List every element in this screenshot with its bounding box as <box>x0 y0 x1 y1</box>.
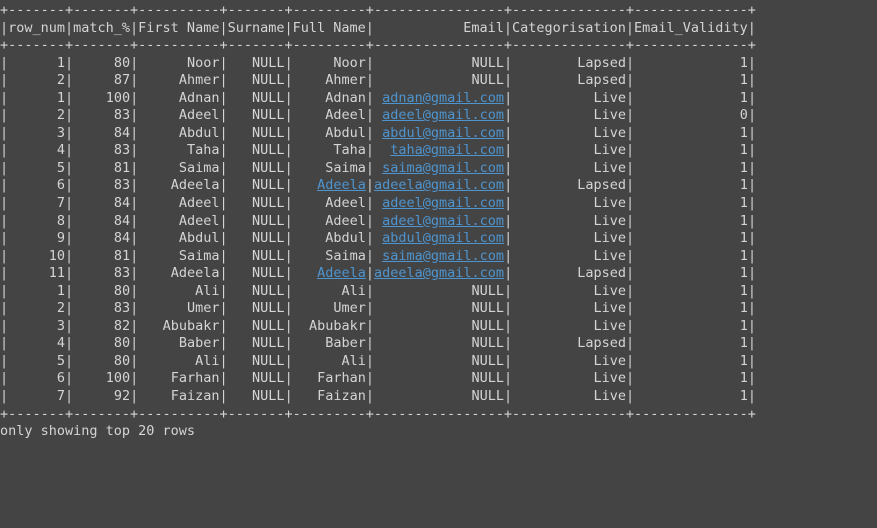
table-row: | 4| 83| Taha| NULL| Taha| taha@gmail.co… <box>0 142 877 160</box>
table-row: | 2| 83| Umer| NULL| Umer| NULL| Live| 1… <box>0 300 877 318</box>
email-link[interactable]: saima@gmail.com <box>382 248 504 264</box>
email-link[interactable]: abdul@gmail.com <box>382 230 504 246</box>
email-link[interactable]: abdul@gmail.com <box>382 125 504 141</box>
email-link[interactable]: adeela@gmail.com <box>374 177 504 193</box>
table-row: | 8| 84| Adeel| NULL| Adeel| adeel@gmail… <box>0 213 877 231</box>
email-link[interactable]: adeel@gmail.com <box>382 107 504 123</box>
table-row: | 2| 83| Adeel| NULL| Adeel| adeel@gmail… <box>0 107 877 125</box>
separator-row: +-------+-------+----------+-------+----… <box>0 2 877 20</box>
table-row: | 1| 100| Adnan| NULL| Adnan| adnan@gmai… <box>0 90 877 108</box>
table-row: | 6| 100| Farhan| NULL| Farhan| NULL| Li… <box>0 370 877 388</box>
separator-row: +-------+-------+----------+-------+----… <box>0 37 877 55</box>
table-row: | 10| 81| Saima| NULL| Saima| saima@gmai… <box>0 248 877 266</box>
footer-text: only showing top 20 rows <box>0 423 877 441</box>
separator-row: +-------+-------+----------+-------+----… <box>0 406 877 424</box>
email-link[interactable]: taha@gmail.com <box>390 142 504 158</box>
email-link[interactable]: adeela@gmail.com <box>374 265 504 281</box>
fullname-link[interactable]: Adeela <box>317 177 366 193</box>
fullname-link[interactable]: Adeela <box>317 265 366 281</box>
email-link[interactable]: adeel@gmail.com <box>382 213 504 229</box>
table-row: | 2| 87| Ahmer| NULL| Ahmer| NULL| Lapse… <box>0 72 877 90</box>
table-row: | 7| 84| Adeel| NULL| Adeel| adeel@gmail… <box>0 195 877 213</box>
table-row: | 6| 83| Adeela| NULL| Adeela|adeela@gma… <box>0 177 877 195</box>
table-row: | 3| 84| Abdul| NULL| Abdul| abdul@gmail… <box>0 125 877 143</box>
table-row: | 5| 81| Saima| NULL| Saima| saima@gmail… <box>0 160 877 178</box>
table-row: | 9| 84| Abdul| NULL| Abdul| abdul@gmail… <box>0 230 877 248</box>
table-row: | 4| 80| Baber| NULL| Baber| NULL| Lapse… <box>0 335 877 353</box>
table-row: | 3| 82| Abubakr| NULL| Abubakr| NULL| L… <box>0 318 877 336</box>
table-row: | 1| 80| Ali| NULL| Ali| NULL| Live| 1| <box>0 283 877 301</box>
table-row: | 1| 80| Noor| NULL| Noor| NULL| Lapsed|… <box>0 55 877 73</box>
email-link[interactable]: adnan@gmail.com <box>382 90 504 106</box>
table-row: | 5| 80| Ali| NULL| Ali| NULL| Live| 1| <box>0 353 877 371</box>
header-row: |row_num|match_%|First Name|Surname|Full… <box>0 20 877 38</box>
email-link[interactable]: saima@gmail.com <box>382 160 504 176</box>
table-row: | 11| 83| Adeela| NULL| Adeela|adeela@gm… <box>0 265 877 283</box>
email-link[interactable]: adeel@gmail.com <box>382 195 504 211</box>
table-row: | 7| 92| Faizan| NULL| Faizan| NULL| Liv… <box>0 388 877 406</box>
console-output: +-------+-------+----------+-------+----… <box>0 0 877 443</box>
